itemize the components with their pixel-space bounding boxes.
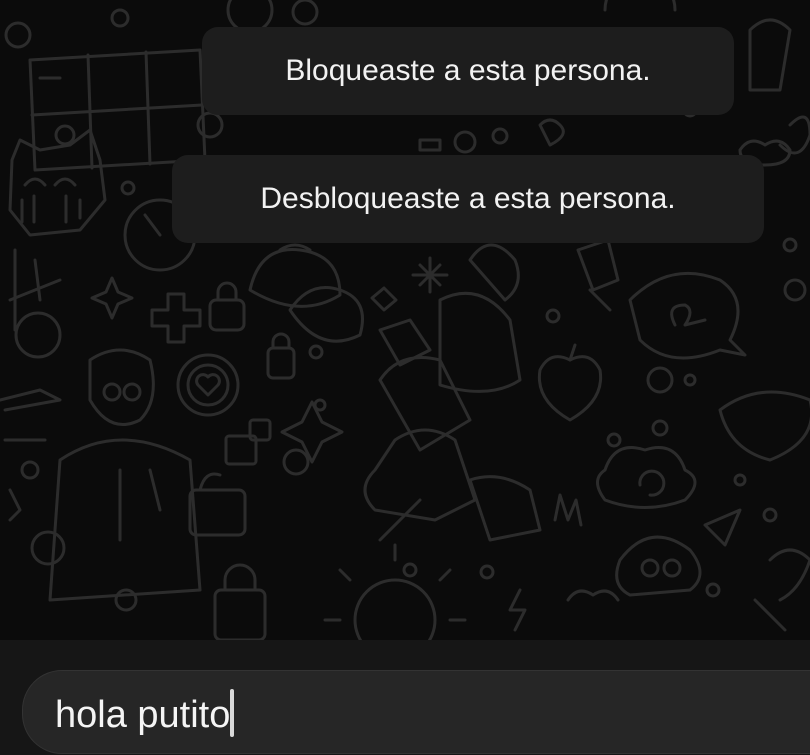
system-message-text: Desbloqueaste a esta persona. — [260, 182, 676, 215]
sun-doodle — [323, 543, 467, 640]
message-composer: hola putito — [0, 640, 810, 755]
heart-doodle — [176, 353, 240, 417]
circle-doodle — [4, 21, 32, 49]
hiker-doodle — [363, 243, 583, 542]
text-caret — [230, 689, 235, 737]
system-message-unblocked: Desbloqueaste a esta persona. — [172, 155, 764, 243]
message-input[interactable]: hola putito — [22, 670, 810, 754]
crossword-doodle — [28, 48, 207, 172]
message-input-text[interactable]: hola putito — [55, 689, 235, 738]
chat-screen: Bloqueaste a esta persona. Desbloqueaste… — [0, 0, 810, 755]
system-message-text: Bloqueaste a esta persona. — [285, 54, 651, 87]
system-message-blocked: Bloqueaste a esta persona. — [202, 27, 734, 115]
message-input-value: hola putito — [55, 694, 231, 736]
